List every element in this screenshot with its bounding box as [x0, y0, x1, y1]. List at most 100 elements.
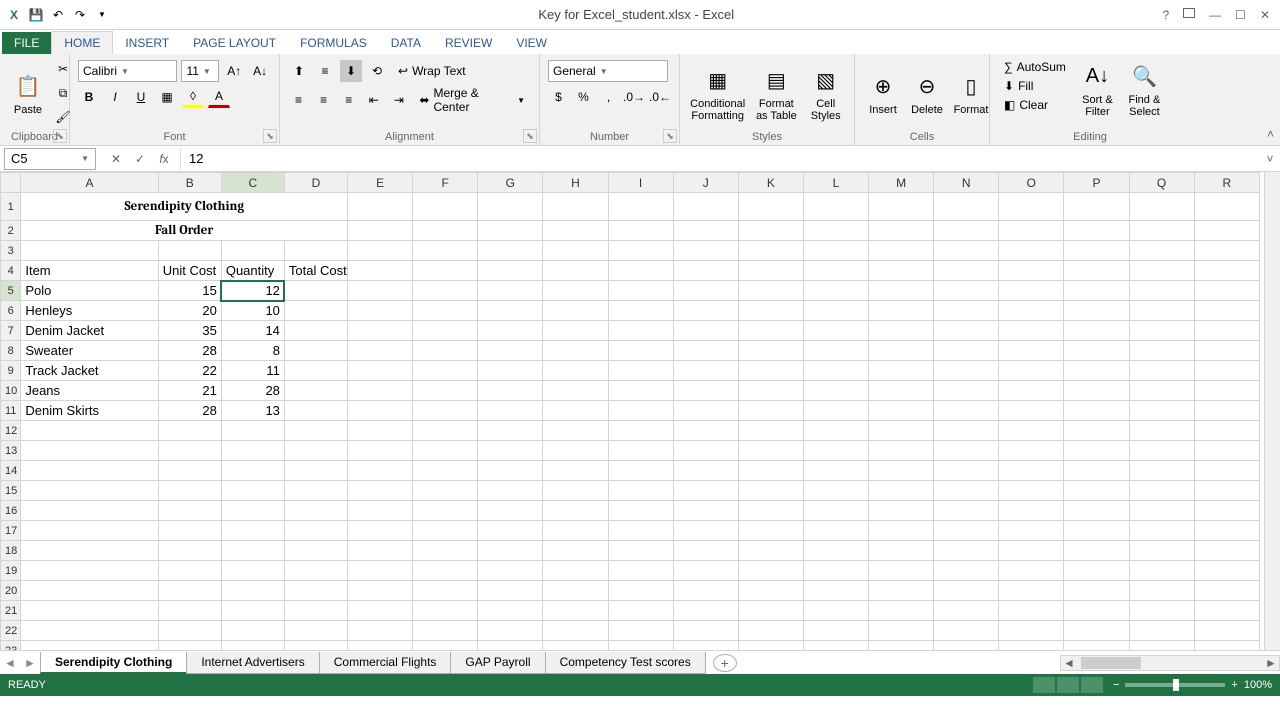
- add-sheet-button[interactable]: +: [713, 654, 737, 672]
- cell-styles-button[interactable]: ▧ Cell Styles: [805, 62, 846, 124]
- cell[interactable]: [608, 381, 673, 401]
- cell[interactable]: [478, 481, 543, 501]
- cell[interactable]: [738, 461, 803, 481]
- cell[interactable]: [1194, 481, 1259, 501]
- tab-data[interactable]: DATA: [379, 32, 433, 54]
- cell[interactable]: [869, 381, 934, 401]
- number-format-combo[interactable]: General▼: [548, 60, 668, 82]
- column-header[interactable]: R: [1194, 173, 1259, 193]
- cell[interactable]: [413, 541, 478, 561]
- cell[interactable]: [1064, 261, 1129, 281]
- cell[interactable]: [478, 321, 543, 341]
- cell[interactable]: [478, 621, 543, 641]
- cell[interactable]: [413, 341, 478, 361]
- cell[interactable]: [999, 241, 1064, 261]
- number-dialog-icon[interactable]: ⬊: [663, 129, 677, 143]
- row-header[interactable]: 18: [1, 541, 21, 561]
- close-icon[interactable]: ✕: [1260, 8, 1270, 22]
- cell[interactable]: [934, 441, 999, 461]
- cell[interactable]: [673, 361, 738, 381]
- cell[interactable]: [221, 641, 284, 651]
- orientation-icon[interactable]: ⟲: [366, 60, 388, 82]
- scroll-right-icon[interactable]: ►: [1263, 656, 1279, 670]
- cell[interactable]: [999, 261, 1064, 281]
- cell[interactable]: [284, 281, 347, 301]
- row-header[interactable]: 1: [1, 193, 21, 221]
- cell[interactable]: [348, 401, 413, 421]
- delete-cells-button[interactable]: ⊖ Delete: [907, 68, 947, 118]
- cell[interactable]: [478, 641, 543, 651]
- cell[interactable]: [284, 341, 347, 361]
- cell[interactable]: 10: [221, 301, 284, 321]
- format-cells-button[interactable]: ▯ Format: [951, 68, 991, 118]
- border-icon[interactable]: ▦: [156, 86, 178, 108]
- cell[interactable]: [348, 421, 413, 441]
- cell[interactable]: 15: [158, 281, 221, 301]
- cell[interactable]: 28: [221, 381, 284, 401]
- cell[interactable]: [738, 401, 803, 421]
- underline-icon[interactable]: U: [130, 86, 152, 108]
- cell[interactable]: [999, 421, 1064, 441]
- cell[interactable]: [608, 621, 673, 641]
- expand-formula-bar-icon[interactable]: ˅: [1260, 152, 1280, 166]
- alignment-dialog-icon[interactable]: ⬊: [523, 129, 537, 143]
- undo-icon[interactable]: ↶: [50, 7, 66, 23]
- cell[interactable]: [803, 601, 868, 621]
- cell[interactable]: [869, 193, 934, 221]
- cell[interactable]: 11: [221, 361, 284, 381]
- cell[interactable]: [543, 581, 608, 601]
- tab-home[interactable]: HOME: [51, 31, 113, 55]
- row-header[interactable]: 15: [1, 481, 21, 501]
- percent-format-icon[interactable]: %: [573, 86, 594, 108]
- cell[interactable]: [21, 441, 158, 461]
- cell[interactable]: [608, 441, 673, 461]
- cell[interactable]: [284, 561, 347, 581]
- cell[interactable]: [934, 241, 999, 261]
- cell[interactable]: [803, 321, 868, 341]
- cell[interactable]: [1064, 381, 1129, 401]
- cell[interactable]: [803, 481, 868, 501]
- cell[interactable]: [934, 301, 999, 321]
- cell[interactable]: [158, 461, 221, 481]
- cell[interactable]: [284, 401, 347, 421]
- cell[interactable]: [673, 481, 738, 501]
- cell[interactable]: [999, 281, 1064, 301]
- cell[interactable]: [673, 541, 738, 561]
- cell[interactable]: [869, 421, 934, 441]
- cell[interactable]: [1129, 301, 1194, 321]
- cell[interactable]: [869, 301, 934, 321]
- cell[interactable]: [934, 521, 999, 541]
- help-icon[interactable]: ?: [1162, 8, 1169, 22]
- row-header[interactable]: 3: [1, 241, 21, 261]
- cell[interactable]: [803, 541, 868, 561]
- cell[interactable]: [608, 301, 673, 321]
- cell[interactable]: [738, 621, 803, 641]
- cell[interactable]: [673, 621, 738, 641]
- cell[interactable]: [1064, 401, 1129, 421]
- cell[interactable]: [999, 193, 1064, 221]
- redo-icon[interactable]: ↷: [72, 7, 88, 23]
- cell[interactable]: [1064, 461, 1129, 481]
- cell[interactable]: [608, 241, 673, 261]
- cell[interactable]: [869, 541, 934, 561]
- column-header[interactable]: F: [413, 173, 478, 193]
- cell[interactable]: [608, 461, 673, 481]
- cell[interactable]: [1129, 341, 1194, 361]
- cell[interactable]: [543, 261, 608, 281]
- cell[interactable]: [1129, 581, 1194, 601]
- cell[interactable]: [284, 381, 347, 401]
- name-box[interactable]: C5 ▼: [4, 148, 96, 170]
- cell[interactable]: 21: [158, 381, 221, 401]
- cell[interactable]: [738, 421, 803, 441]
- cell[interactable]: [803, 261, 868, 281]
- row-header[interactable]: 10: [1, 381, 21, 401]
- cell[interactable]: [608, 221, 673, 241]
- cell[interactable]: [543, 341, 608, 361]
- cell[interactable]: [1064, 321, 1129, 341]
- cell[interactable]: [738, 193, 803, 221]
- cell[interactable]: [284, 421, 347, 441]
- cell[interactable]: [1064, 341, 1129, 361]
- cell[interactable]: [413, 193, 478, 221]
- cell[interactable]: [608, 421, 673, 441]
- cell[interactable]: [543, 241, 608, 261]
